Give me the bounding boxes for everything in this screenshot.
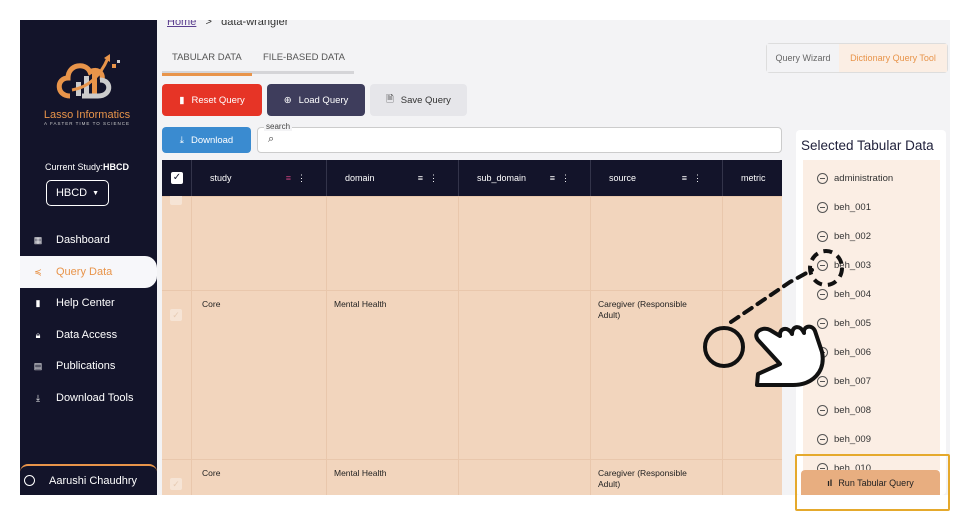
target-dashed-circle-icon — [808, 249, 844, 287]
hand-pointer-icon — [754, 324, 825, 387]
drag-gesture-annotation — [703, 249, 844, 387]
dashed-gesture-path — [729, 268, 814, 324]
origin-circle-icon — [703, 326, 745, 368]
